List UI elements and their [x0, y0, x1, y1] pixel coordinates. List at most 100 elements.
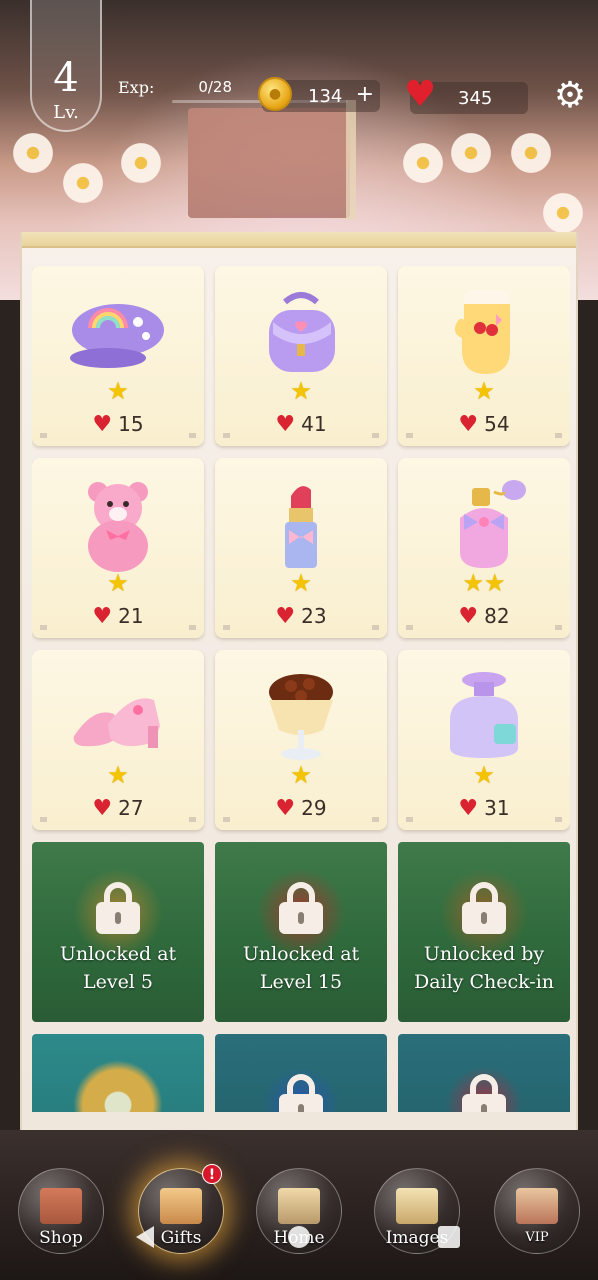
gift-card-pink-teddy-bear[interactable]: ★ ♥ 21 [32, 458, 204, 638]
settings-gear-icon[interactable]: ⚙ [552, 78, 588, 114]
system-back-button[interactable] [136, 1226, 154, 1248]
gift-card-purple-backpack[interactable]: ★ ♥ 41 [215, 266, 387, 446]
lipstick-icon [285, 486, 317, 568]
gift-price: ♥ 41 [215, 412, 387, 437]
parfait-icon [269, 674, 333, 760]
shoes-icon [73, 698, 160, 748]
lock-icon [96, 882, 140, 934]
gift-card-lotion-bottle[interactable]: ★ ♥ 31 [398, 650, 570, 830]
gift-card-lipstick[interactable]: ★ ♥ 23 [215, 458, 387, 638]
egg-toast-silhouette [73, 1060, 163, 1112]
price-value: 21 [118, 604, 144, 628]
flower-decoration [118, 140, 164, 186]
backpack-icon [269, 292, 335, 372]
heart-amount: 345 [458, 88, 493, 109]
unlock-requirement: Unlocked at Level 5 [59, 943, 177, 993]
unlock-requirement: Unlocked by Daily Check-in [413, 943, 555, 993]
gift-price: ♥ 15 [32, 412, 204, 437]
heart-icon: ♥ [458, 796, 479, 821]
heart-icon: ♥ [404, 74, 437, 115]
gift-box-backdrop [188, 108, 350, 218]
panel-top-rail [22, 232, 576, 248]
coin-balance: ● 134 + [258, 77, 380, 112]
nav-shop[interactable]: Shop [18, 1160, 104, 1260]
gift-price: ♥ 29 [215, 796, 387, 821]
locked-gift-corn-dog[interactable]: Unlocked by Daily Check-in [398, 842, 570, 1022]
flower-decoration [540, 190, 586, 236]
card-corner [406, 625, 413, 630]
card-corner [223, 433, 230, 438]
card-corner [40, 817, 47, 822]
locked-gift-red-rose[interactable] [398, 1034, 570, 1112]
gift-card-perfume-bottle[interactable]: ★★ ♥ 82 [398, 458, 570, 638]
coin-amount: 134 [308, 86, 343, 107]
locked-gift-iced-tea[interactable]: Unlocked at Level 5 [32, 842, 204, 1022]
star-rating: ★ [290, 377, 312, 405]
nav-label: VIP [525, 1230, 549, 1245]
gift-grid[interactable]: ★ ♥ 15 ★ ♥ 41 ★ ♥ 54 ★ ♥ 21 ★ ♥ 23 ★★ ♥ … [32, 266, 570, 1112]
system-recents-button[interactable] [438, 1226, 460, 1248]
locked-gift-blue-rose[interactable] [215, 1034, 387, 1112]
price-value: 31 [484, 796, 510, 820]
card-corner [406, 433, 413, 438]
lock-icon [279, 1074, 323, 1112]
coin-icon: ● [258, 77, 292, 111]
price-value: 27 [118, 796, 144, 820]
price-value: 82 [484, 604, 510, 628]
price-value: 15 [118, 412, 144, 436]
photo-album-icon [396, 1188, 438, 1224]
nav-vip[interactable]: VIP [494, 1160, 580, 1260]
gift-price: ♥ 21 [32, 604, 204, 629]
locked-gift-apple[interactable]: Unlocked at Level 15 [215, 842, 387, 1022]
notification-badge: ! [202, 1164, 222, 1184]
card-corner [555, 433, 562, 438]
price-value: 29 [301, 796, 327, 820]
card-corner [555, 625, 562, 630]
star-rating: ★ [107, 377, 129, 405]
star-rating: ★ [107, 761, 129, 789]
gift-card-chocolate-parfait[interactable]: ★ ♥ 29 [215, 650, 387, 830]
rainbow-beret-icon [70, 304, 164, 368]
mitten-icon [454, 290, 510, 374]
gift-card-cherry-mitten[interactable]: ★ ♥ 54 [398, 266, 570, 446]
price-value: 41 [301, 412, 327, 436]
flower-decoration [508, 130, 554, 176]
card-corner [372, 817, 379, 822]
gift-price: ♥ 23 [215, 604, 387, 629]
card-corner [223, 625, 230, 630]
gift-panel: ★ ♥ 15 ★ ♥ 41 ★ ♥ 54 ★ ♥ 21 ★ ♥ 23 ★★ ♥ … [20, 232, 578, 1130]
card-corner [372, 625, 379, 630]
card-corner [40, 433, 47, 438]
star-rating: ★ [107, 569, 129, 597]
lotion-icon [450, 672, 518, 758]
star-rating: ★ [290, 761, 312, 789]
heart-icon: ♥ [92, 604, 113, 629]
add-coins-button[interactable]: + [356, 82, 374, 107]
perfume-icon [460, 480, 526, 568]
heart-icon: ♥ [275, 412, 296, 437]
star-rating: ★ [290, 569, 312, 597]
teddy-bear-icon [88, 482, 148, 572]
heart-icon: ♥ [275, 604, 296, 629]
vip-crown-icon [516, 1188, 558, 1224]
home-icon [278, 1188, 320, 1224]
card-corner [555, 817, 562, 822]
locked-gift-egg-toast[interactable] [32, 1034, 204, 1112]
system-home-button[interactable] [288, 1226, 310, 1248]
lock-icon [279, 882, 323, 934]
nav-label: Shop [39, 1228, 83, 1248]
card-corner [406, 817, 413, 822]
card-corner [189, 433, 196, 438]
gift-card-pink-shoes[interactable]: ★ ♥ 27 [32, 650, 204, 830]
level-badge: 4 Lv. [30, 0, 102, 132]
level-number: 4 [53, 55, 79, 101]
gift-price: ♥ 54 [398, 412, 570, 437]
price-value: 23 [301, 604, 327, 628]
flower-decoration [448, 130, 494, 176]
gift-card-rainbow-beret[interactable]: ★ ♥ 15 [32, 266, 204, 446]
flower-decoration [10, 130, 56, 176]
heart-icon: ♥ [92, 796, 113, 821]
flower-decoration [400, 140, 446, 186]
unlock-requirement: Unlocked at Level 15 [242, 943, 360, 993]
shopping-cart-icon [40, 1188, 82, 1224]
